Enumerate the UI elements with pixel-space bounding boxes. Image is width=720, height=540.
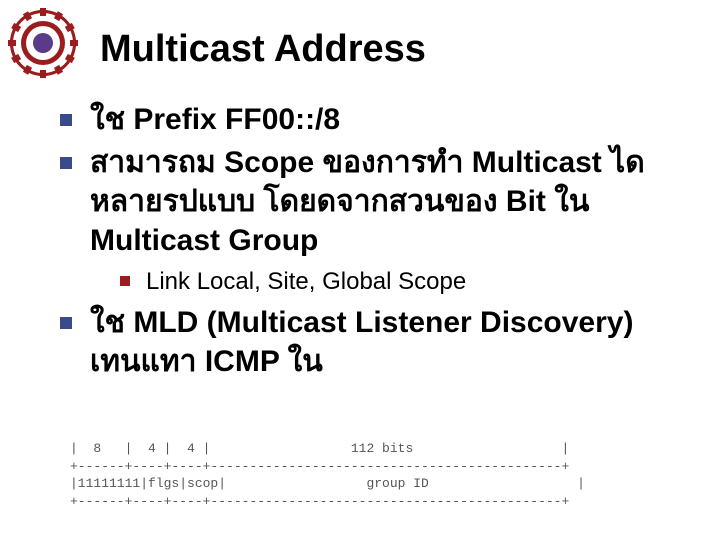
slide-title: Multicast Address	[100, 28, 426, 71]
diagram-line: |11111111|flgs|scop| group ID |	[70, 476, 585, 491]
bullet-square-icon	[60, 317, 72, 329]
slide-content: ใช Prefix FF00::/8 สามารถม Scope ของการท…	[60, 100, 690, 385]
bullet-item: ใช MLD (Multicast Listener Discovery) เท…	[60, 303, 690, 381]
university-logo	[8, 8, 78, 78]
bullet-item: Link Local, Site, Global Scope	[120, 266, 690, 297]
bullet-text: สามารถม Scope ของการทำ Multicast ไดหลายร…	[90, 143, 690, 260]
bullet-text: ใช Prefix FF00::/8	[90, 100, 340, 139]
bullet-item: ใช Prefix FF00::/8	[60, 100, 690, 139]
bullet-square-icon	[60, 157, 72, 169]
diagram-line: +------+----+----+----------------------…	[70, 459, 569, 474]
bullet-square-icon	[60, 114, 72, 126]
address-format-diagram: | 8 | 4 | 4 | 112 bits | +------+----+--…	[70, 440, 640, 510]
bullet-text: Link Local, Site, Global Scope	[146, 266, 466, 297]
bullet-text: ใช MLD (Multicast Listener Discovery) เท…	[90, 303, 690, 381]
diagram-line: +------+----+----+----------------------…	[70, 494, 569, 509]
bullet-square-icon	[120, 276, 130, 286]
bullet-item: สามารถม Scope ของการทำ Multicast ไดหลายร…	[60, 143, 690, 260]
diagram-line: | 8 | 4 | 4 | 112 bits |	[70, 441, 569, 456]
